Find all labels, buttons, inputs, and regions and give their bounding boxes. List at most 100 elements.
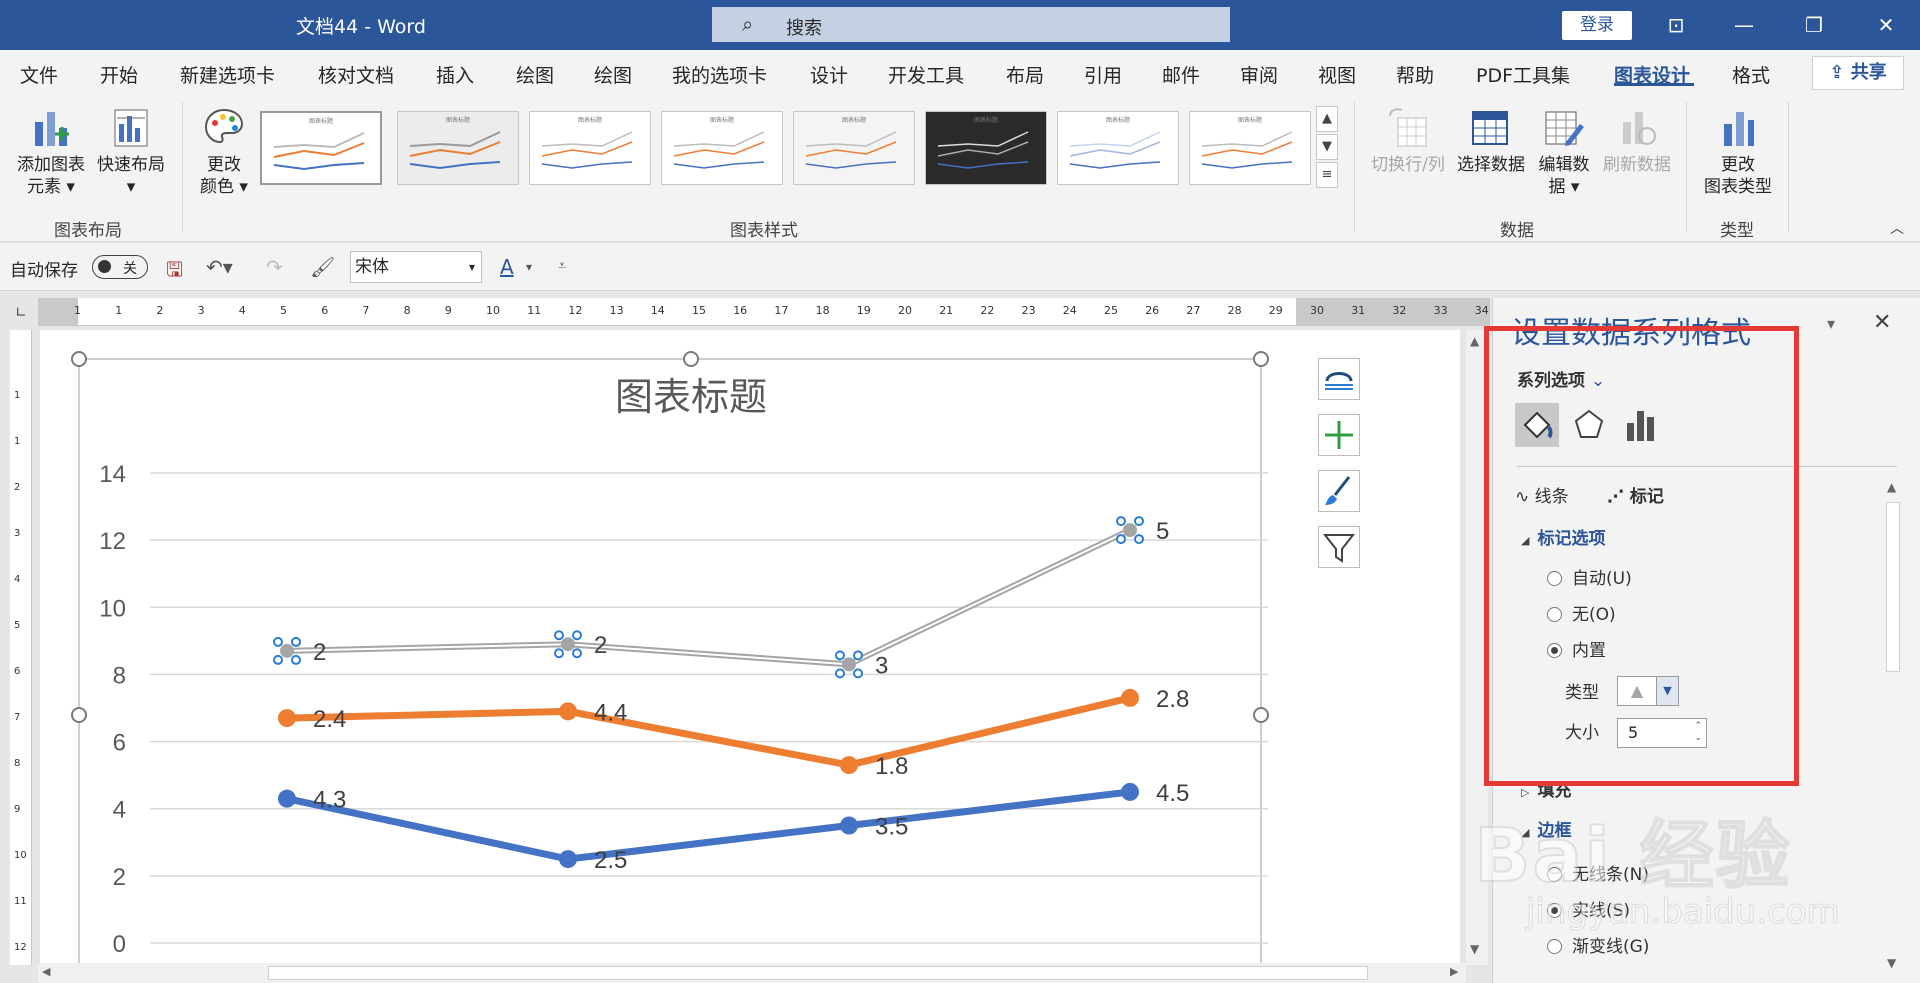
data-label[interactable]: 2.5 (594, 847, 627, 874)
switch-row-column-button[interactable]: 切换行/列 (1366, 106, 1450, 176)
undo-icon[interactable]: ↶▾ (206, 255, 233, 279)
font-color-icon[interactable]: A (500, 255, 514, 279)
tab-references[interactable]: 引用 (1084, 61, 1122, 88)
edit-data-button[interactable]: 编辑数据 ▾ (1530, 106, 1598, 198)
data-label[interactable]: 4.5 (1156, 780, 1189, 807)
point-selection-handle[interactable] (273, 654, 283, 665)
chart-style-8[interactable]: 图表标题 (1189, 111, 1311, 185)
data-point[interactable] (278, 789, 296, 808)
tab-layout[interactable]: 布局 (1006, 61, 1044, 88)
data-label[interactable]: 1.8 (875, 753, 908, 780)
point-selection-handle[interactable] (835, 668, 845, 679)
change-colors-button[interactable]: 更改 颜色 ▾ (192, 106, 256, 198)
format-painter-icon[interactable]: 🖌 (310, 255, 335, 279)
chart-resize-handle[interactable] (1253, 707, 1269, 723)
chart-style-5[interactable]: 图表标题 (793, 111, 915, 185)
data-point[interactable] (1123, 523, 1137, 538)
line-chart[interactable]: 图表标题 0 2 4 6 8 10 12 14 4.3 2.5 3.5 4.5 2.4 4.4 1.8 2.… (40, 330, 1460, 965)
close-icon[interactable]: ✕ (1873, 310, 1891, 335)
data-point[interactable] (842, 657, 856, 672)
radio-gradient-line[interactable]: 渐变线(G) (1547, 932, 1649, 957)
section-border[interactable]: ◢ 边框 (1521, 816, 1571, 841)
scroll-up-icon[interactable]: ▲ (1887, 480, 1896, 494)
chart-style-4[interactable]: 图表标题 (661, 111, 783, 185)
data-label[interactable]: 2 (313, 639, 326, 666)
customize-qat-icon[interactable]: ⩡ (558, 258, 566, 274)
data-label[interactable]: 2.8 (1156, 686, 1189, 713)
point-selection-handle[interactable] (1116, 534, 1126, 545)
scroll-down-icon[interactable]: ▼ (1887, 956, 1896, 970)
data-point[interactable] (1121, 782, 1139, 801)
tab-insert[interactable]: 插入 (436, 61, 474, 88)
ribbon-display-icon[interactable]: ⊡ (1656, 8, 1696, 42)
login-button[interactable]: 登录 (1562, 11, 1632, 40)
data-label[interactable]: 5 (1156, 518, 1169, 545)
tab-help[interactable]: 帮助 (1396, 61, 1434, 88)
chart-area[interactable] (78, 358, 1262, 965)
chart-resize-handle[interactable] (71, 707, 87, 723)
layout-options-button[interactable] (1318, 358, 1360, 400)
data-label[interactable]: 2.4 (313, 706, 346, 733)
data-label[interactable]: 4.4 (594, 699, 627, 726)
tab-developer[interactable]: 开发工具 (888, 61, 964, 88)
data-point[interactable] (559, 702, 577, 721)
scroll-up-icon[interactable]: ▲ (1470, 334, 1479, 348)
gallery-up-icon[interactable]: ▲ (1316, 106, 1338, 132)
chart-title[interactable]: 图表标题 (615, 377, 767, 419)
point-selection-handle[interactable] (273, 636, 283, 647)
tab-file[interactable]: 文件 (20, 61, 58, 88)
tab-format[interactable]: 格式 (1732, 61, 1770, 88)
data-point[interactable] (840, 756, 858, 775)
tab-new[interactable]: 新建选项卡 (180, 61, 275, 88)
point-selection-handle[interactable] (1134, 534, 1144, 545)
pane-scrollbar[interactable]: ▲ ▼ (1883, 478, 1903, 978)
data-point[interactable] (561, 637, 575, 652)
chart-style-1[interactable]: 图表标题 (260, 111, 382, 185)
point-selection-handle[interactable] (291, 636, 301, 647)
point-selection-handle[interactable] (853, 668, 863, 679)
point-selection-handle[interactable] (554, 648, 564, 659)
change-chart-type-button[interactable]: 更改 图表类型 (1696, 106, 1780, 198)
point-selection-handle[interactable] (572, 630, 582, 641)
tab-my[interactable]: 我的选项卡 (672, 61, 767, 88)
refresh-data-button[interactable]: 刷新数据 (1598, 106, 1676, 176)
data-label[interactable]: 3 (875, 652, 888, 679)
share-button[interactable]: ⇪ 共享 (1812, 56, 1904, 90)
gallery-more-icon[interactable]: ≡ (1316, 162, 1338, 188)
chart-filters-button[interactable] (1318, 526, 1360, 568)
data-label[interactable]: 4.3 (313, 787, 346, 814)
chart-style-3[interactable]: 图表标题 (529, 111, 651, 185)
restore-icon[interactable]: ❐ (1794, 8, 1834, 42)
save-icon[interactable]: 🖫 (166, 255, 183, 289)
data-label[interactable]: 3.5 (875, 814, 908, 841)
tab-review[interactable]: 审阅 (1240, 61, 1278, 88)
pane-options-icon[interactable]: ▾ (1827, 314, 1835, 333)
scroll-right-icon[interactable]: ▶ (1450, 965, 1458, 978)
chart-style-2[interactable]: 图表标题 (397, 111, 519, 185)
tab-pdf[interactable]: PDF工具集 (1476, 61, 1570, 88)
data-point[interactable] (278, 709, 296, 728)
select-data-button[interactable]: 选择数据 (1452, 106, 1530, 176)
tab-mailings[interactable]: 邮件 (1162, 61, 1200, 88)
font-select[interactable]: 宋体 ▾ (350, 251, 482, 283)
point-selection-handle[interactable] (853, 650, 863, 661)
data-point[interactable] (559, 850, 577, 869)
horizontal-scrollbar[interactable]: ◀ ▶ (38, 963, 1466, 983)
point-selection-handle[interactable] (835, 650, 845, 661)
minimize-icon[interactable]: — (1724, 8, 1764, 42)
scroll-left-icon[interactable]: ◀ (42, 965, 50, 978)
collapse-ribbon-icon[interactable]: ︿ (1890, 218, 1904, 238)
tab-design[interactable]: 设计 (810, 61, 848, 88)
chart-elements-button[interactable] (1318, 414, 1360, 456)
chart-style-7[interactable]: 图表标题 (1057, 111, 1179, 185)
data-point[interactable] (1121, 688, 1139, 707)
tab-view[interactable]: 视图 (1318, 61, 1356, 88)
tab-draw-1[interactable]: 绘图 (516, 61, 554, 88)
scroll-thumb[interactable] (268, 966, 1368, 980)
search-box[interactable]: ⌕ 搜索 (712, 7, 1230, 42)
chart-style-6[interactable]: 图表标题 (925, 111, 1047, 185)
point-selection-handle[interactable] (572, 648, 582, 659)
tab-proof[interactable]: 核对文档 (318, 61, 394, 88)
tab-draw-2[interactable]: 绘图 (594, 61, 632, 88)
point-selection-handle[interactable] (554, 630, 564, 641)
